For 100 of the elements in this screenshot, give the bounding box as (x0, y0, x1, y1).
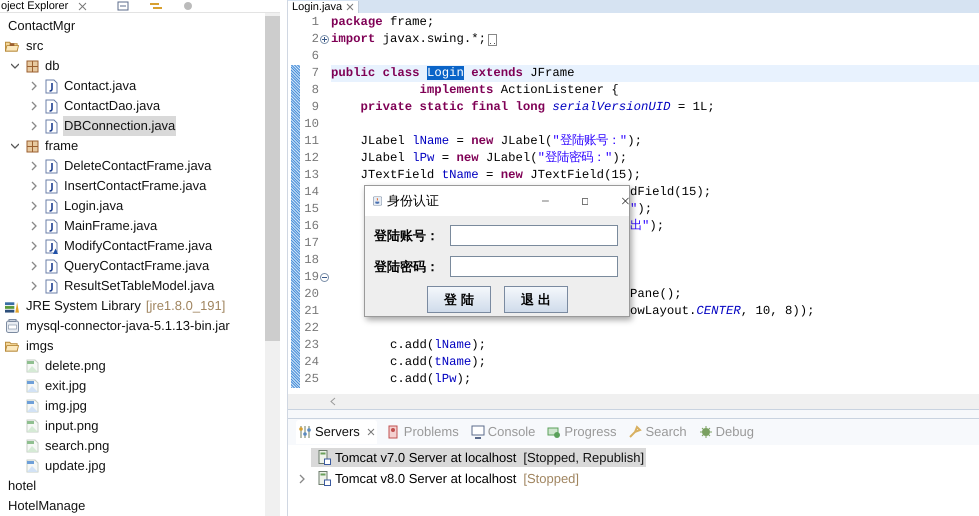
tree-item[interactable]: HotelManage (7, 496, 86, 516)
tree-item[interactable]: DBConnection.java (63, 116, 176, 136)
tree-item[interactable]: frame (44, 136, 80, 156)
line-number: 8 (310, 82, 319, 100)
code-line: import javax.swing.*; (331, 31, 486, 48)
tree-item[interactable]: hotel (7, 476, 38, 496)
fold-minus-icon[interactable] (320, 273, 328, 282)
chevron-icon[interactable] (30, 221, 38, 231)
debug-tab-icon (698, 425, 713, 439)
line-number: 13 (303, 167, 319, 184)
servers-tab-icon (298, 425, 312, 439)
chevron-icon[interactable] (298, 474, 306, 484)
code-line: JLabel lPw = new JLabel("登陆密码："); (360, 150, 628, 168)
line-number: 22 (303, 320, 319, 338)
tree-item[interactable]: InsertContactFrame.java (63, 176, 208, 196)
chevron-icon[interactable] (30, 281, 38, 291)
server-name: Tomcat v8.0 Server at localhost (335, 470, 516, 488)
tree-item[interactable]: update.jpg (44, 456, 107, 476)
progress-tab-icon (547, 425, 562, 439)
line-number: 9 (310, 99, 319, 116)
tree-item[interactable]: ContactMgr (7, 16, 76, 36)
tree-item[interactable]: mysql-connector-java-5.1.13-bin.jar (25, 316, 231, 336)
scroll-left-icon[interactable] (330, 397, 336, 406)
collapse-all-icon[interactable] (117, 1, 130, 11)
tree-item[interactable]: Contact.java (63, 76, 138, 96)
server-status: [Stopped] (523, 470, 580, 488)
view-title[interactable]: oject Explorer (0, 0, 68, 12)
chevron-icon[interactable] (30, 201, 38, 211)
server-row[interactable]: Tomcat v8.0 Server at localhost [Stopped] (311, 469, 582, 488)
editor-tab[interactable]: Login.java (288, 1, 360, 13)
tree-item[interactable]: img.jpg (44, 396, 88, 416)
tree-item[interactable]: input.png (44, 416, 100, 436)
package-icon (26, 140, 38, 152)
panel-tab-label: Console (488, 423, 536, 442)
tree-item[interactable]: JRE System Library (25, 296, 142, 316)
line-number: 14 (303, 184, 319, 202)
line-number: 10 (303, 116, 319, 134)
line-number: 2 (310, 31, 319, 48)
collapsed-code-icon[interactable] (488, 34, 497, 46)
chevron-icon[interactable] (30, 121, 38, 131)
code-line: JLabel lName = new JLabel("登陆账号："); (360, 132, 642, 150)
editor-tab-label: Login.java (292, 2, 342, 12)
tree-item[interactable]: exit.jpg (44, 376, 88, 396)
line-number: 21 (303, 303, 319, 320)
line-number: 7 (310, 65, 319, 82)
maximize-icon[interactable] (582, 196, 588, 206)
server-row[interactable]: Tomcat v7.0 Server at localhost [Stopped, Republish] (311, 448, 646, 467)
line-number: 23 (303, 337, 319, 354)
chevron-icon[interactable] (30, 181, 38, 191)
tree-item[interactable]: ModifyContactFrame.java (63, 236, 214, 256)
line-number: 11 (303, 133, 319, 150)
panel-tab-label: Debug (716, 423, 754, 442)
horizontal-scrollbar[interactable] (288, 394, 979, 409)
chevron-icon[interactable] (30, 81, 38, 91)
dialog-button[interactable]: 登 陆 (427, 286, 491, 313)
chevron-icon[interactable] (11, 61, 19, 71)
package-icon (26, 60, 38, 72)
code-line: c.add(tName); (389, 354, 486, 372)
tree-item[interactable]: ContactDao.java (63, 96, 162, 116)
line-number: 18 (303, 252, 319, 270)
code-line: implements ActionListener { (418, 82, 619, 100)
tree-item[interactable]: src (25, 36, 44, 56)
tree-item[interactable]: Login.java (63, 196, 124, 216)
panel-tab-label: Servers (315, 423, 360, 442)
code-line: dField(15); (630, 184, 712, 202)
input-field[interactable] (450, 225, 618, 246)
line-number: 20 (303, 286, 319, 304)
tree-item[interactable]: delete.png (44, 356, 107, 376)
tree-item[interactable]: ResultSetTableModel.java (63, 276, 216, 296)
chevron-icon[interactable] (11, 141, 19, 151)
code-line: JTextField tName = new JTextField(15); (360, 167, 641, 184)
fold-plus-icon[interactable] (320, 35, 328, 44)
jar-icon (6, 319, 18, 333)
image-file-icon (26, 379, 38, 393)
tree-item[interactable]: imgs (25, 336, 54, 356)
search-tab-icon (628, 425, 642, 439)
code-line: c.add(lName); (389, 337, 486, 354)
tree-item[interactable]: search.png (44, 436, 110, 456)
tree-item[interactable]: QueryContactFrame.java (63, 256, 210, 276)
code-line: "); (630, 201, 652, 218)
field-label: 登陆账号： (374, 226, 440, 245)
tree-item[interactable]: db (44, 56, 60, 76)
chevron-icon[interactable] (30, 101, 38, 111)
image-file-icon (26, 459, 38, 473)
dialog-button[interactable]: 退 出 (504, 286, 568, 313)
chevron-icon[interactable] (30, 261, 38, 271)
panel-tab-label: Search (645, 423, 687, 442)
scrollbar[interactable] (265, 13, 280, 516)
panel-tab[interactable]: Servers (296, 420, 377, 444)
input-field[interactable] (450, 256, 618, 277)
tree-item[interactable]: DeleteContactFrame.java (63, 156, 212, 176)
chevron-icon[interactable] (30, 241, 38, 251)
tree-item[interactable]: MainFrame.java (63, 216, 158, 236)
scrollbar-thumb[interactable] (265, 16, 280, 341)
line-number: 15 (303, 201, 319, 218)
chevron-icon[interactable] (30, 161, 38, 171)
line-number: 1 (310, 14, 319, 32)
close-icon[interactable] (622, 195, 629, 207)
code-line: c.add(lPw); (389, 371, 472, 388)
console-tab-icon (470, 425, 485, 439)
